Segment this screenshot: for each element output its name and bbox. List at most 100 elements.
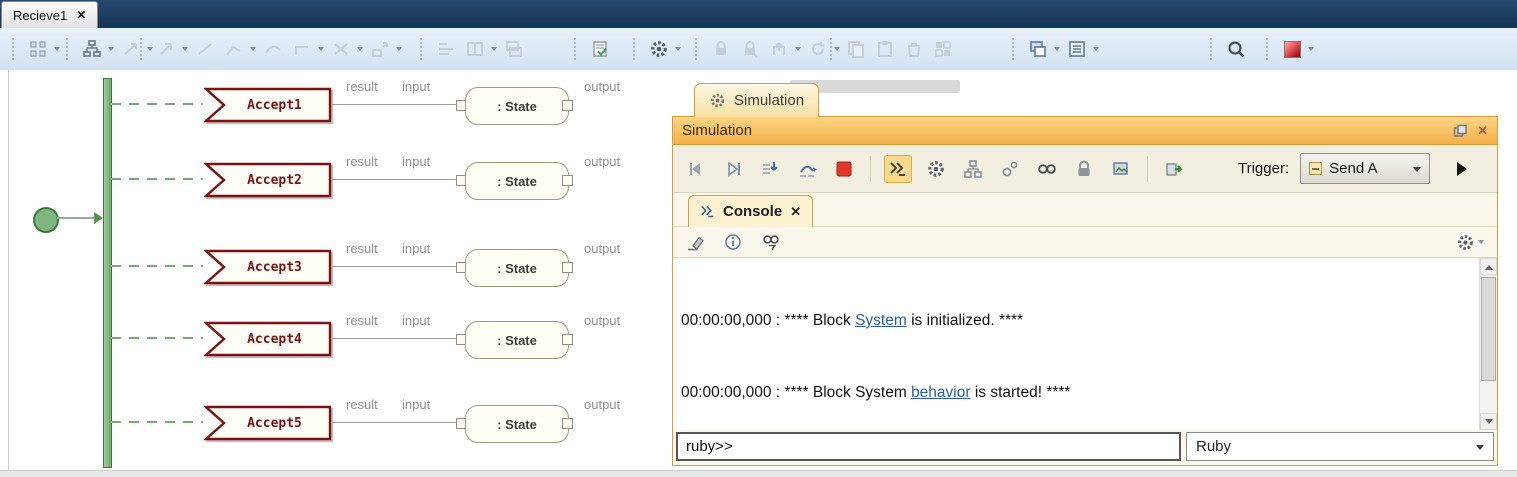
ruby-prompt-input[interactable]: ruby>> <box>676 432 1181 461</box>
state-action[interactable]: : State <box>465 249 569 287</box>
toolbar-grip[interactable] <box>830 38 835 60</box>
control-flow-dashed[interactable] <box>111 421 203 423</box>
document-tab[interactable]: Recieve1 ✕ <box>1 1 98 28</box>
dropdown-caret-icon[interactable] <box>357 47 363 51</box>
lock-button[interactable] <box>709 37 733 61</box>
close-tab-icon[interactable]: ✕ <box>76 8 86 22</box>
lock-ui-button[interactable] <box>1071 156 1097 182</box>
rectilinear-tool-button[interactable] <box>290 37 314 61</box>
toolbar-grip[interactable] <box>574 38 579 60</box>
toolbar-grip[interactable] <box>695 38 700 60</box>
console-scrollbar[interactable] <box>1479 258 1497 430</box>
copy-button[interactable] <box>844 37 868 61</box>
move-tool-button[interactable] <box>154 37 178 61</box>
output-pin[interactable] <box>562 418 573 429</box>
toolbar-grip[interactable] <box>66 38 71 60</box>
export-image-button[interactable] <box>1108 156 1134 182</box>
simulation-options-button[interactable] <box>923 156 949 182</box>
scrollbar-up-button[interactable] <box>1480 258 1497 275</box>
refresh-button[interactable] <box>806 37 830 61</box>
validate-diagram-button[interactable] <box>588 37 612 61</box>
dropdown-caret-icon[interactable] <box>182 47 188 51</box>
toolbar-grip[interactable] <box>12 38 17 60</box>
state-action[interactable]: : State <box>465 321 569 359</box>
control-flow-dashed[interactable] <box>111 337 203 339</box>
initial-flow-line[interactable] <box>57 217 95 219</box>
log-link[interactable]: behavior <box>911 384 970 401</box>
paste-button[interactable] <box>873 37 897 61</box>
control-flow-dashed[interactable] <box>111 178 203 180</box>
delete-button[interactable] <box>902 37 926 61</box>
tab-simulation[interactable]: Simulation <box>694 83 819 117</box>
polyline-tool-button[interactable] <box>222 37 246 61</box>
dropdown-caret-icon[interactable] <box>318 47 324 51</box>
state-action[interactable]: : State <box>465 162 569 200</box>
instances-button[interactable] <box>997 156 1023 182</box>
output-pin[interactable] <box>562 334 573 345</box>
console-log-area[interactable]: 00:00:00,000 : **** Block System is init… <box>673 258 1497 430</box>
output-pin[interactable] <box>562 100 573 111</box>
accept-event-action[interactable]: Accept3 <box>204 249 332 285</box>
next-trigger-icon[interactable] <box>1457 162 1467 176</box>
line-tool-button[interactable] <box>193 37 217 61</box>
object-flow-connector[interactable] <box>332 179 456 180</box>
log-link[interactable]: System <box>855 312 907 329</box>
variables-button[interactable] <box>960 156 986 182</box>
step-back-button[interactable] <box>683 156 709 182</box>
bottom-scrollbar-track[interactable] <box>0 470 1517 477</box>
console-language-select[interactable]: Ruby <box>1186 432 1494 461</box>
step-into-button[interactable] <box>757 156 783 182</box>
scrollbar-thumb[interactable] <box>1481 277 1496 381</box>
remove-breakpoints-button[interactable] <box>329 37 353 61</box>
curve-tool-button[interactable] <box>261 37 285 61</box>
dropdown-caret-icon[interactable] <box>108 47 114 51</box>
containment-tree-button[interactable] <box>26 37 50 61</box>
control-flow-dashed[interactable] <box>111 265 203 267</box>
toolbar-grip[interactable] <box>633 38 638 60</box>
dropdown-caret-icon[interactable] <box>1308 47 1314 51</box>
dropdown-caret-icon[interactable] <box>54 47 60 51</box>
toolbar-grip[interactable] <box>420 38 425 60</box>
console-options-button[interactable] <box>1456 233 1484 252</box>
accept-event-action[interactable]: Accept5 <box>204 405 332 441</box>
commit-button[interactable] <box>767 37 791 61</box>
create-diagram-button[interactable] <box>80 37 104 61</box>
export-results-button[interactable] <box>1161 156 1187 182</box>
dropdown-caret-icon[interactable] <box>491 47 497 51</box>
float-window-icon[interactable] <box>1453 124 1467 138</box>
lock-edit-button[interactable] <box>738 37 762 61</box>
state-action[interactable]: : State <box>465 405 569 443</box>
dropdown-caret-icon[interactable] <box>1054 47 1060 51</box>
toolbar-grip[interactable] <box>140 38 145 60</box>
toolbar-grip[interactable] <box>1012 38 1017 60</box>
show-windows-button[interactable] <box>1026 37 1050 61</box>
tab-console[interactable]: Console ✕ <box>688 195 813 227</box>
toolbar-grip[interactable] <box>1210 38 1215 60</box>
filter-sessions-button[interactable] <box>758 229 784 255</box>
fill-color-button[interactable] <box>1280 37 1304 61</box>
dropdown-caret-icon[interactable] <box>1093 47 1099 51</box>
layout-button[interactable] <box>931 37 955 61</box>
object-flow-connector[interactable] <box>332 104 456 105</box>
align-button[interactable] <box>434 37 458 61</box>
object-flow-connector[interactable] <box>332 338 456 339</box>
terminate-button[interactable] <box>831 156 857 182</box>
run-step-button[interactable] <box>720 156 746 182</box>
control-flow-dashed[interactable] <box>111 103 203 105</box>
dropdown-caret-icon[interactable] <box>795 47 801 51</box>
accept-event-action[interactable]: Accept2 <box>204 162 332 198</box>
state-action[interactable]: : State <box>465 87 569 125</box>
console-toggle-button[interactable] <box>884 155 912 183</box>
split-view-button[interactable] <box>463 37 487 61</box>
stack-button[interactable] <box>502 37 526 61</box>
show-info-button[interactable] <box>720 229 746 255</box>
search-button[interactable] <box>1224 37 1248 61</box>
accept-event-action[interactable]: Accept4 <box>204 321 332 357</box>
output-pin[interactable] <box>562 262 573 273</box>
object-flow-connector[interactable] <box>332 422 456 423</box>
diagram-options-button[interactable] <box>647 37 671 61</box>
output-pin[interactable] <box>562 175 573 186</box>
dropdown-caret-icon[interactable] <box>250 47 256 51</box>
trigger-dropdown[interactable]: Send A <box>1300 153 1430 184</box>
resize-button[interactable] <box>368 37 392 61</box>
